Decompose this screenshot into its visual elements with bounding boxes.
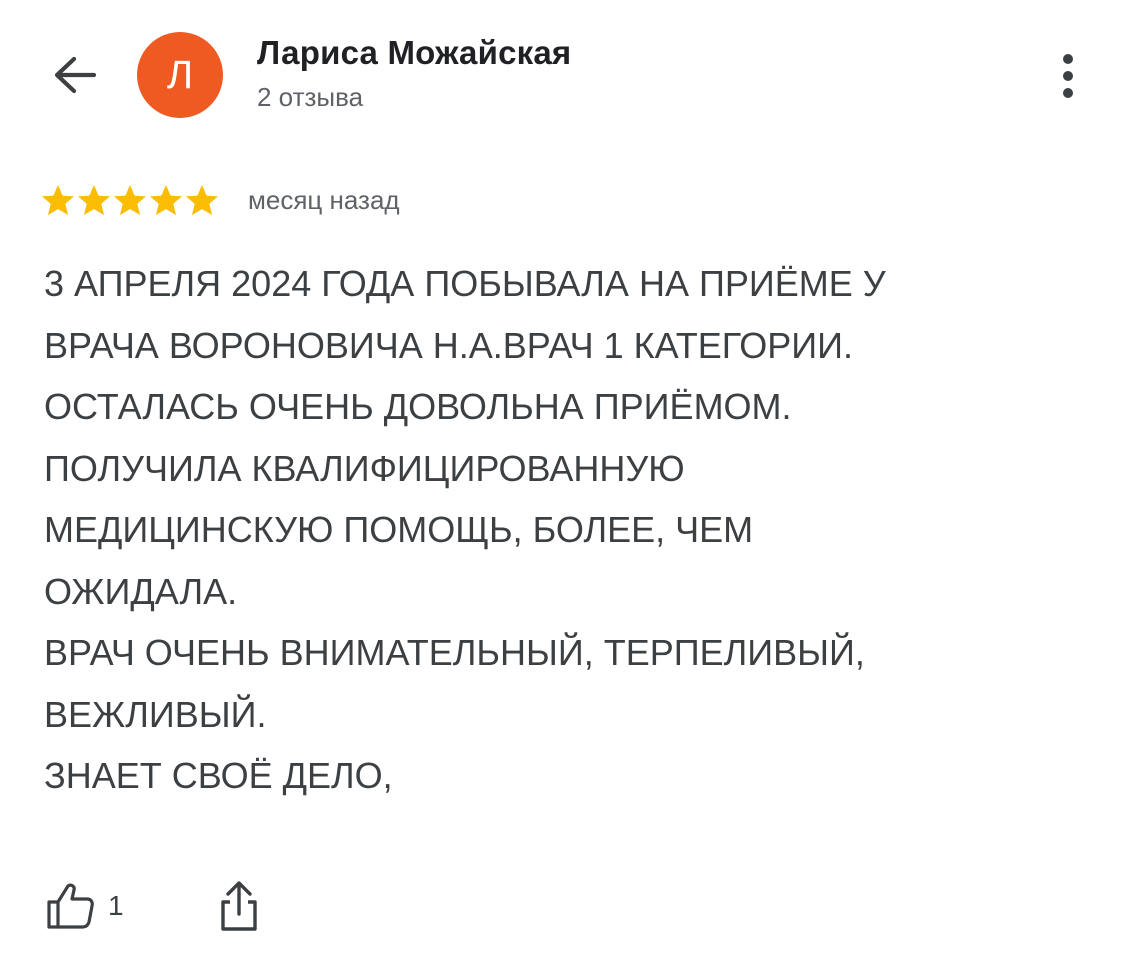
star-icon: [114, 185, 146, 215]
review-time: месяц назад: [248, 184, 400, 215]
like-button[interactable]: 1: [44, 876, 124, 936]
review-text-line: ВРАЧА ВОРОНОВИЧА Н.А.ВРАЧ 1 КАТЕГОРИИ.: [44, 324, 854, 366]
back-button[interactable]: [46, 50, 102, 100]
star-icon: [186, 185, 218, 215]
more-vert-icon: [1063, 54, 1073, 98]
like-count: 1: [108, 890, 124, 921]
review-text-line: 3 АПРЕЛЯ 2024 ГОДА ПОБЫВАЛА НА ПРИЁМЕ У: [44, 263, 886, 304]
review-text-line: ПОЛУЧИЛА КВАЛИФИЦИРОВАННУЮ: [44, 447, 685, 489]
more-options-button[interactable]: [1048, 48, 1088, 104]
star-icon: [78, 185, 110, 215]
review-text-line: ВЕЖЛИВЫЙ.: [44, 693, 267, 735]
star-rating: [40, 183, 220, 217]
review-header: Л Лариса Можайская 2 отзыва: [0, 0, 1140, 150]
rating-row: месяц назад: [40, 180, 400, 220]
author-name[interactable]: Лариса Можайская: [257, 34, 571, 72]
avatar-letter: Л: [166, 52, 194, 97]
review-text-line: ОСТАЛАСЬ ОЧЕНЬ ДОВОЛЬНА ПРИЁМОМ.: [44, 386, 792, 427]
review-text-line: ВРАЧ ОЧЕНЬ ВНИМАТЕЛЬНЫЙ, ТЕРПЕЛИВЫЙ,: [44, 632, 865, 673]
review-text-line: МЕДИЦИНСКУЮ ПОМОЩЬ, БОЛЕЕ, ЧЕМ: [44, 509, 754, 550]
share-button[interactable]: [214, 876, 264, 936]
thumb-up-icon: [47, 883, 94, 929]
review-count: 2 отзыва: [257, 82, 364, 112]
avatar[interactable]: Л: [137, 32, 223, 118]
review-text-line: ЗНАЕТ СВОЁ ДЕЛО,: [44, 755, 393, 796]
star-icon: [150, 185, 182, 215]
review-text-line: ОЖИДАЛА.: [44, 570, 238, 612]
review-text: 3 АПРЕЛЯ 2024 ГОДА ПОБЫВАЛА НА ПРИЁМЕ У В…: [44, 253, 1104, 807]
share-icon: [221, 881, 257, 931]
star-icon: [42, 185, 74, 215]
arrow-left-icon: [54, 56, 97, 94]
